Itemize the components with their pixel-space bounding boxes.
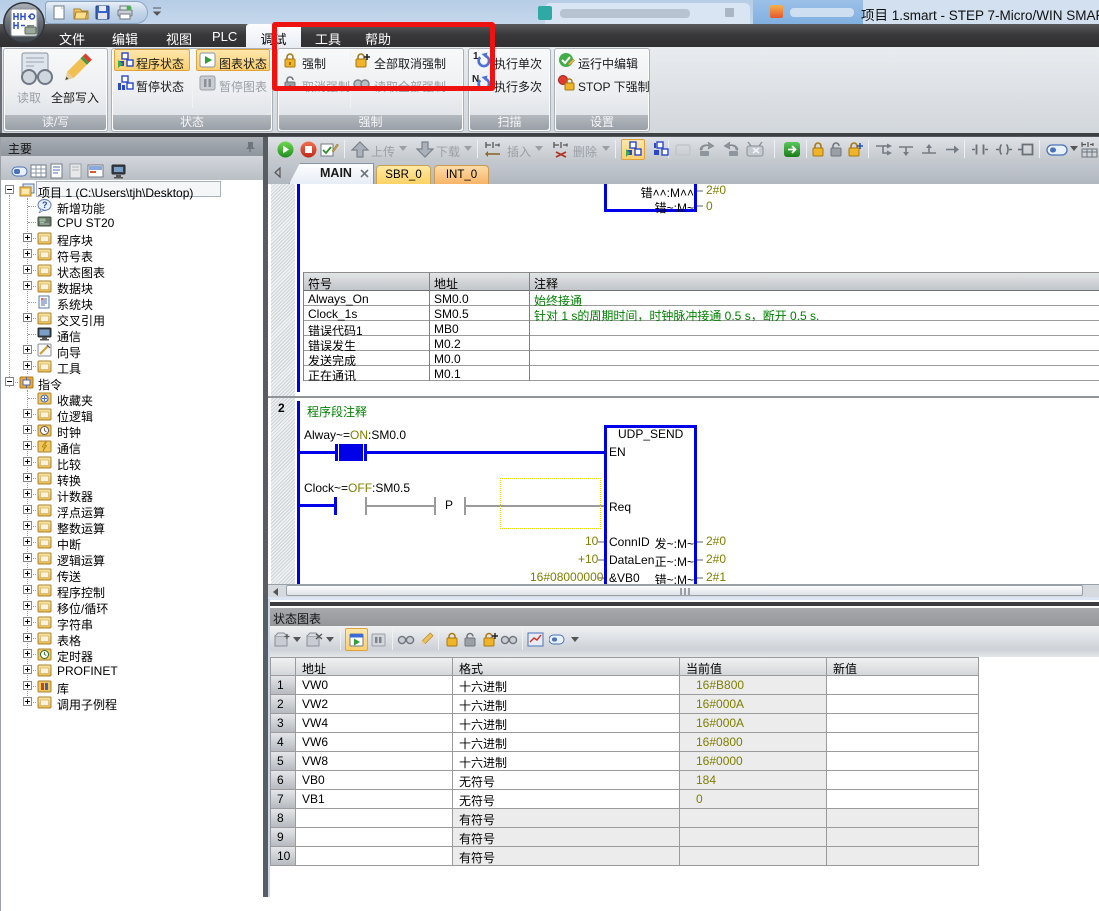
svg-text:?: ? — [42, 200, 48, 210]
